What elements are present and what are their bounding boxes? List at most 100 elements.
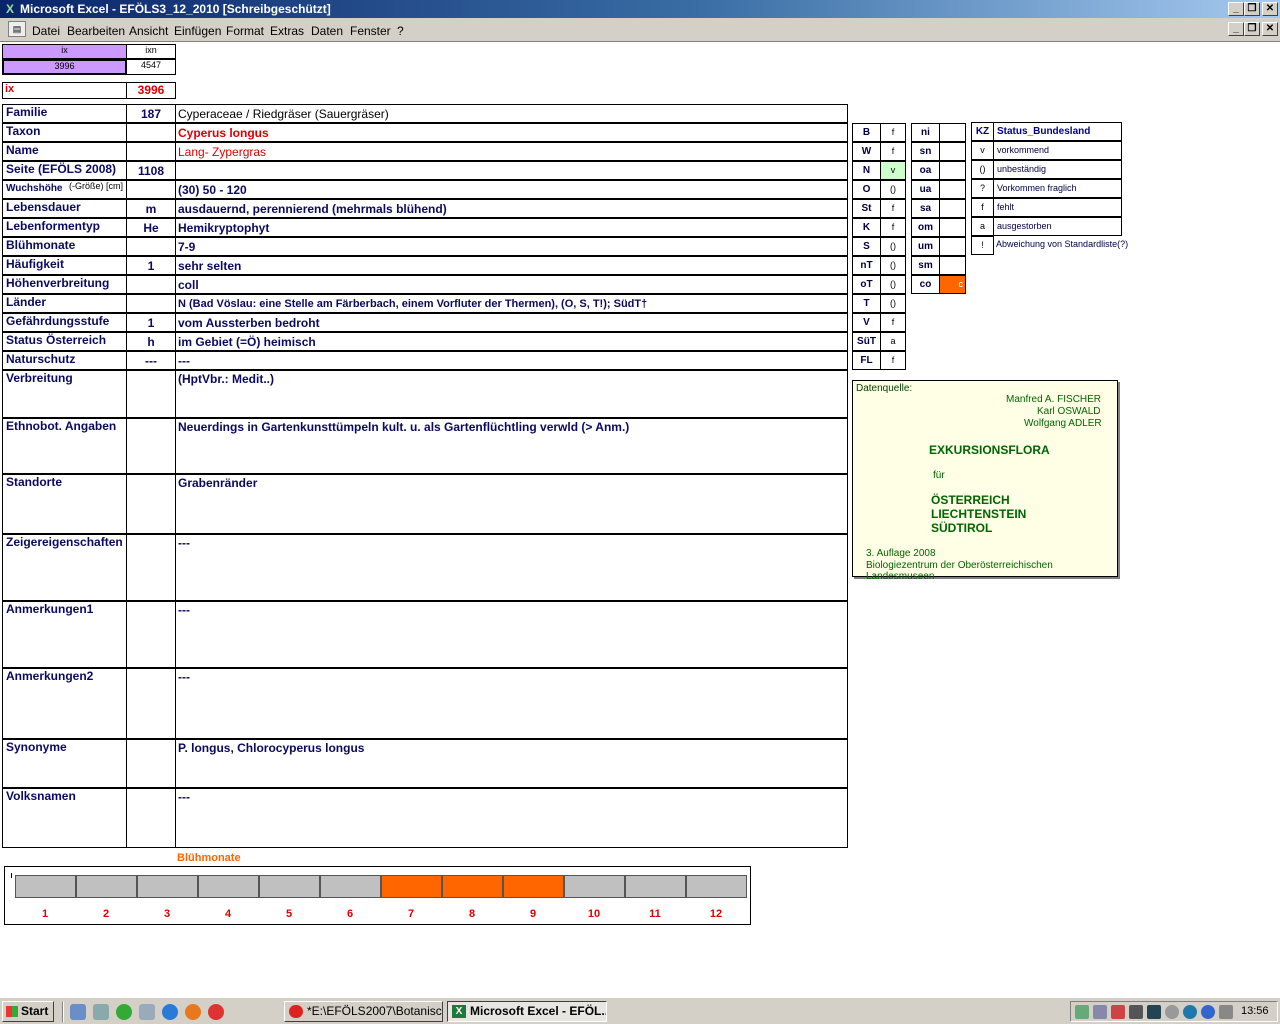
tray-misc-icon[interactable] [1219,1005,1233,1019]
row-value[interactable]: (30) 50 - 120 [175,180,848,199]
row-value[interactable]: im Gebiet (=Ö) heimisch [175,332,848,351]
start-button[interactable]: Start [2,1001,54,1022]
row-code[interactable]: h [126,332,176,351]
zone-code[interactable]: sn [911,142,940,161]
row-code[interactable] [126,142,176,161]
row-label[interactable]: Anmerkungen1 [2,601,127,668]
row-label[interactable]: Ethnobot. Angaben [2,418,127,474]
zone-mark[interactable] [939,218,966,237]
state-code[interactable]: O [852,180,881,199]
row-value[interactable]: Lang- Zypergras [175,142,848,161]
state-code[interactable]: nT [852,256,881,275]
menu-einfuegen[interactable]: Einfügen [174,24,221,38]
document-icon[interactable]: ▤ [8,21,26,37]
state-status[interactable]: f [880,351,906,370]
row-label[interactable]: Volksnamen [2,788,127,848]
menu-datei[interactable]: Datei [32,24,60,38]
row-label[interactable]: Seite (EFÖLS 2008) [2,161,127,180]
row-label[interactable]: Standorte [2,474,127,534]
zone-mark[interactable]: c [939,275,966,294]
zone-mark[interactable] [939,180,966,199]
row-label[interactable]: Zeigereigenschaften [2,534,127,601]
state-status[interactable]: f [880,199,906,218]
row-code[interactable] [126,534,176,601]
ixn-value-cell[interactable]: 4547 [126,59,176,75]
row-label[interactable]: Lebensdauer [2,199,127,218]
tray-disconnect-icon[interactable] [1111,1005,1125,1019]
row-value[interactable]: Grabenränder [175,474,848,534]
restore-button[interactable]: ❐ [1244,2,1260,16]
excel-app-icon[interactable]: X [3,2,17,16]
zone-mark[interactable] [939,256,966,275]
ixn-header-cell[interactable]: ixn [126,44,176,59]
zone-mark[interactable] [939,142,966,161]
legend-text[interactable]: vorkommend [993,141,1122,160]
row-value[interactable]: --- [175,601,848,668]
row-code[interactable]: 1108 [126,161,176,180]
row-label[interactable]: Anmerkungen2 [2,668,127,739]
zone-mark[interactable] [939,199,966,218]
state-code[interactable]: oT [852,275,881,294]
state-code[interactable]: N [852,161,881,180]
task-editor[interactable]: *E:\EFÖLS2007\Botanisc... [284,1001,443,1022]
quicklaunch-chrome-icon[interactable] [208,1004,224,1020]
state-code[interactable]: FL [852,351,881,370]
legend-kz[interactable]: ! [971,236,994,255]
row-code[interactable] [126,474,176,534]
menu-fenster[interactable]: Fenster [350,24,391,38]
zone-code[interactable]: sa [911,199,940,218]
legend-status-header[interactable]: Status_Bundesland [993,122,1122,141]
legend-kz[interactable]: f [971,198,994,217]
quicklaunch-ie-icon[interactable] [162,1004,178,1020]
row-label[interactable]: Gefährdungsstufe [2,313,127,332]
row-code[interactable] [126,668,176,739]
state-status[interactable]: f [880,313,906,332]
zone-mark[interactable] [939,123,966,142]
menu-ansicht[interactable]: Ansicht [129,24,168,38]
row-code[interactable]: m [126,199,176,218]
legend-text[interactable]: unbeständig [993,160,1122,179]
row-value[interactable]: --- [175,351,848,370]
menu-extras[interactable]: Extras [270,24,304,38]
row-value[interactable]: P. longus, Chlorocyperus longus [175,739,848,788]
zone-code[interactable]: ni [911,123,940,142]
row-label[interactable]: Taxon [2,123,127,142]
ix-header-cell[interactable]: ix [2,44,127,59]
zone-code[interactable]: om [911,218,940,237]
zone-code[interactable]: oa [911,161,940,180]
row-value[interactable]: --- [175,668,848,739]
row-code[interactable]: 187 [126,104,176,123]
menu-help[interactable]: ? [397,24,404,38]
row-value[interactable]: coll [175,275,848,294]
row-label[interactable]: Synonyme [2,739,127,788]
state-code[interactable]: S [852,237,881,256]
state-status[interactable]: () [880,237,906,256]
state-code[interactable]: B [852,123,881,142]
row-code[interactable] [126,370,176,418]
row-code[interactable]: 1 [126,256,176,275]
quicklaunch-firefox-icon[interactable] [185,1004,201,1020]
zone-mark[interactable] [939,237,966,256]
row-value[interactable]: Cyperus longus [175,123,848,142]
row-value[interactable]: Neuerdings in Gartenkunsttümpeln kult. u… [175,418,848,474]
legend-text[interactable]: ausgestorben [993,217,1122,236]
zone-code[interactable]: sm [911,256,940,275]
quicklaunch-media-icon[interactable] [116,1004,132,1020]
zone-code[interactable]: um [911,237,940,256]
row-value[interactable]: (HptVbr.: Medit..) [175,370,848,418]
row-label[interactable]: Status Österreich [2,332,127,351]
doc-restore-button[interactable]: ❐ [1244,22,1260,36]
tray-search-icon[interactable] [1093,1005,1107,1019]
legend-text[interactable]: fehlt [993,198,1122,217]
menu-bearbeiten[interactable]: Bearbeiten [67,24,125,38]
row-value[interactable] [175,161,848,180]
row-label[interactable]: Familie [2,104,127,123]
row-code[interactable] [126,180,176,199]
legend-text[interactable]: Abweichung von Standardliste(?) [993,236,1128,255]
legend-kz[interactable]: a [971,217,994,236]
legend-text[interactable]: Vorkommen fraglich [993,179,1122,198]
tray-tool-icon[interactable] [1129,1005,1143,1019]
row-code[interactable] [126,123,176,142]
state-status[interactable]: () [880,275,906,294]
row-code[interactable]: He [126,218,176,237]
